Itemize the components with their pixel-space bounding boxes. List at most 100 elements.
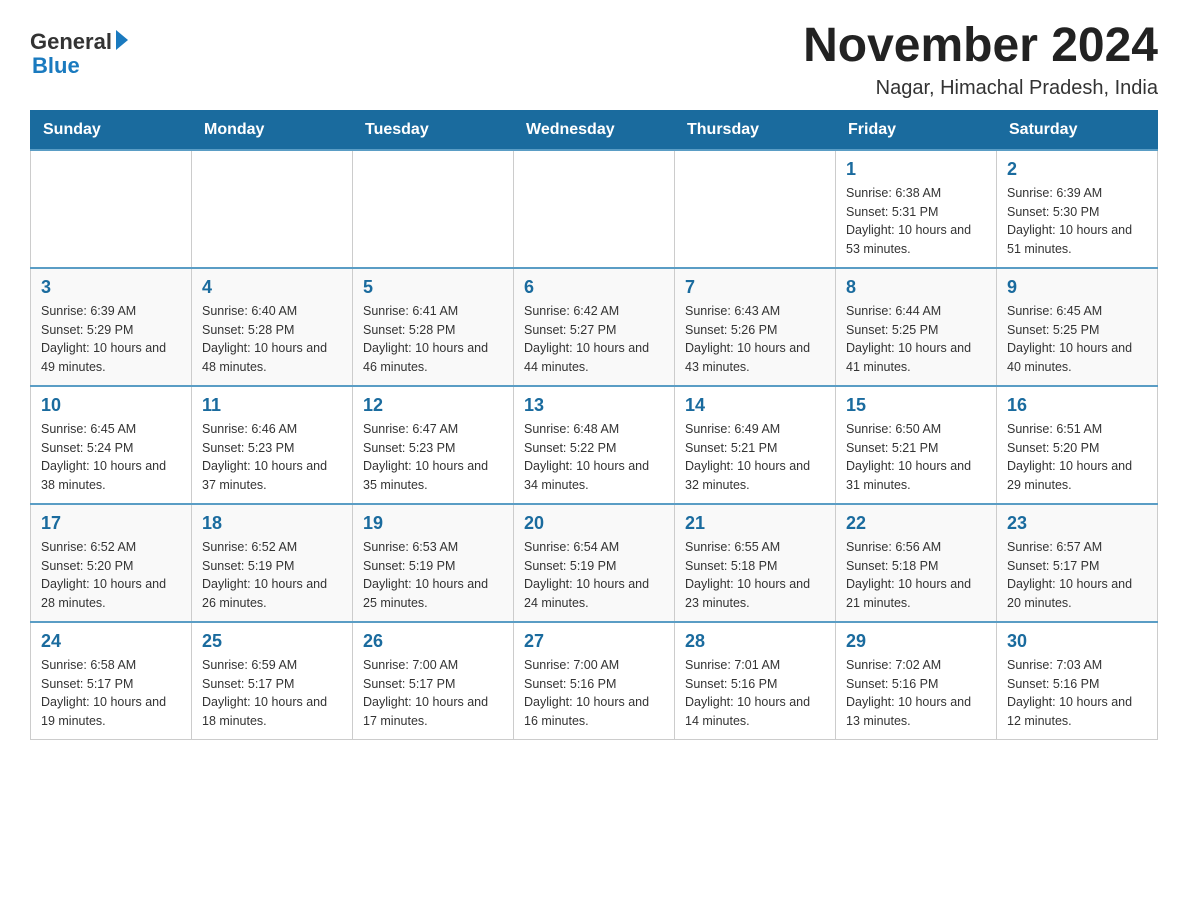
calendar-week-row: 1 Sunrise: 6:38 AM Sunset: 5:31 PM Daylig… — [31, 150, 1158, 268]
logo-arrow-icon — [116, 30, 128, 50]
day-info: Sunrise: 6:52 AM Sunset: 5:19 PM Dayligh… — [202, 538, 342, 613]
day-info: Sunrise: 7:00 AM Sunset: 5:17 PM Dayligh… — [363, 656, 503, 731]
weekday-header-tuesday: Tuesday — [353, 110, 514, 150]
calendar-day-26: 26 Sunrise: 7:00 AM Sunset: 5:17 PM Dayli… — [353, 622, 514, 740]
day-info: Sunrise: 7:03 AM Sunset: 5:16 PM Dayligh… — [1007, 656, 1147, 731]
calendar-day-16: 16Sunrise: 6:51 AM Sunset: 5:20 PM Dayli… — [997, 386, 1158, 504]
calendar-day-1: 1 Sunrise: 6:38 AM Sunset: 5:31 PM Daylig… — [836, 150, 997, 268]
day-info: Sunrise: 6:41 AM Sunset: 5:28 PM Dayligh… — [363, 302, 503, 377]
calendar-day-3: 3 Sunrise: 6:39 AM Sunset: 5:29 PM Daylig… — [31, 268, 192, 386]
page-title: November 2024 — [803, 20, 1158, 73]
logo-text-blue: Blue — [32, 54, 80, 78]
day-number: 15 — [846, 395, 986, 416]
day-info: Sunrise: 6:58 AM Sunset: 5:17 PM Dayligh… — [41, 656, 181, 731]
calendar-day-13: 13 Sunrise: 6:48 AM Sunset: 5:22 PM Dayli… — [514, 386, 675, 504]
weekday-header-friday: Friday — [836, 110, 997, 150]
weekday-header-thursday: Thursday — [675, 110, 836, 150]
day-number: 28 — [685, 631, 825, 652]
day-info: Sunrise: 7:00 AM Sunset: 5:16 PM Dayligh… — [524, 656, 664, 731]
calendar-day-21: 21Sunrise: 6:55 AM Sunset: 5:18 PM Dayli… — [675, 504, 836, 622]
day-info: Sunrise: 6:49 AM Sunset: 5:21 PM Dayligh… — [685, 420, 825, 495]
day-number: 8 — [846, 277, 986, 298]
calendar-day-22: 22Sunrise: 6:56 AM Sunset: 5:18 PM Dayli… — [836, 504, 997, 622]
day-info: Sunrise: 6:53 AM Sunset: 5:19 PM Dayligh… — [363, 538, 503, 613]
day-number: 11 — [202, 395, 342, 416]
calendar-day-30: 30Sunrise: 7:03 AM Sunset: 5:16 PM Dayli… — [997, 622, 1158, 740]
day-number: 25 — [202, 631, 342, 652]
day-info: Sunrise: 6:55 AM Sunset: 5:18 PM Dayligh… — [685, 538, 825, 613]
calendar-day-4: 4Sunrise: 6:40 AM Sunset: 5:28 PM Daylig… — [192, 268, 353, 386]
calendar-empty-cell — [675, 150, 836, 268]
calendar-day-8: 8 Sunrise: 6:44 AM Sunset: 5:25 PM Daylig… — [836, 268, 997, 386]
calendar-day-14: 14 Sunrise: 6:49 AM Sunset: 5:21 PM Dayli… — [675, 386, 836, 504]
calendar-empty-cell — [353, 150, 514, 268]
day-info: Sunrise: 6:43 AM Sunset: 5:26 PM Dayligh… — [685, 302, 825, 377]
day-number: 5 — [363, 277, 503, 298]
day-info: Sunrise: 6:44 AM Sunset: 5:25 PM Dayligh… — [846, 302, 986, 377]
weekday-header-sunday: Sunday — [31, 110, 192, 150]
calendar-day-20: 20Sunrise: 6:54 AM Sunset: 5:19 PM Dayli… — [514, 504, 675, 622]
calendar-day-2: 2 Sunrise: 6:39 AM Sunset: 5:30 PM Daylig… — [997, 150, 1158, 268]
weekday-header-saturday: Saturday — [997, 110, 1158, 150]
day-number: 29 — [846, 631, 986, 652]
day-info: Sunrise: 6:57 AM Sunset: 5:17 PM Dayligh… — [1007, 538, 1147, 613]
day-info: Sunrise: 7:02 AM Sunset: 5:16 PM Dayligh… — [846, 656, 986, 731]
calendar-day-7: 7 Sunrise: 6:43 AM Sunset: 5:26 PM Daylig… — [675, 268, 836, 386]
calendar-empty-cell — [192, 150, 353, 268]
day-number: 3 — [41, 277, 181, 298]
day-info: Sunrise: 6:54 AM Sunset: 5:19 PM Dayligh… — [524, 538, 664, 613]
page-header: General Blue November 2024 Nagar, Himach… — [30, 20, 1158, 100]
title-block: November 2024 Nagar, Himachal Pradesh, I… — [803, 20, 1158, 100]
calendar-day-18: 18 Sunrise: 6:52 AM Sunset: 5:19 PM Dayli… — [192, 504, 353, 622]
calendar-day-15: 15 Sunrise: 6:50 AM Sunset: 5:21 PM Dayli… — [836, 386, 997, 504]
day-info: Sunrise: 6:51 AM Sunset: 5:20 PM Dayligh… — [1007, 420, 1147, 495]
calendar-week-row: 24 Sunrise: 6:58 AM Sunset: 5:17 PM Dayli… — [31, 622, 1158, 740]
weekday-header-monday: Monday — [192, 110, 353, 150]
day-number: 26 — [363, 631, 503, 652]
day-info: Sunrise: 6:48 AM Sunset: 5:22 PM Dayligh… — [524, 420, 664, 495]
day-info: Sunrise: 6:50 AM Sunset: 5:21 PM Dayligh… — [846, 420, 986, 495]
day-info: Sunrise: 6:56 AM Sunset: 5:18 PM Dayligh… — [846, 538, 986, 613]
calendar-week-row: 3 Sunrise: 6:39 AM Sunset: 5:29 PM Daylig… — [31, 268, 1158, 386]
day-number: 2 — [1007, 159, 1147, 180]
day-info: Sunrise: 6:46 AM Sunset: 5:23 PM Dayligh… — [202, 420, 342, 495]
day-number: 10 — [41, 395, 181, 416]
calendar-day-19: 19Sunrise: 6:53 AM Sunset: 5:19 PM Dayli… — [353, 504, 514, 622]
day-info: Sunrise: 6:59 AM Sunset: 5:17 PM Dayligh… — [202, 656, 342, 731]
day-number: 7 — [685, 277, 825, 298]
day-info: Sunrise: 6:45 AM Sunset: 5:24 PM Dayligh… — [41, 420, 181, 495]
calendar-day-24: 24 Sunrise: 6:58 AM Sunset: 5:17 PM Dayli… — [31, 622, 192, 740]
calendar-day-10: 10 Sunrise: 6:45 AM Sunset: 5:24 PM Dayli… — [31, 386, 192, 504]
day-info: Sunrise: 7:01 AM Sunset: 5:16 PM Dayligh… — [685, 656, 825, 731]
calendar-empty-cell — [31, 150, 192, 268]
day-info: Sunrise: 6:42 AM Sunset: 5:27 PM Dayligh… — [524, 302, 664, 377]
calendar-day-5: 5 Sunrise: 6:41 AM Sunset: 5:28 PM Daylig… — [353, 268, 514, 386]
day-number: 17 — [41, 513, 181, 534]
day-number: 4 — [202, 277, 342, 298]
day-info: Sunrise: 6:52 AM Sunset: 5:20 PM Dayligh… — [41, 538, 181, 613]
day-number: 12 — [363, 395, 503, 416]
calendar-day-11: 11 Sunrise: 6:46 AM Sunset: 5:23 PM Dayli… — [192, 386, 353, 504]
day-number: 18 — [202, 513, 342, 534]
calendar-day-28: 28 Sunrise: 7:01 AM Sunset: 5:16 PM Dayli… — [675, 622, 836, 740]
calendar-day-17: 17 Sunrise: 6:52 AM Sunset: 5:20 PM Dayli… — [31, 504, 192, 622]
day-info: Sunrise: 6:39 AM Sunset: 5:30 PM Dayligh… — [1007, 184, 1147, 259]
calendar-day-9: 9 Sunrise: 6:45 AM Sunset: 5:25 PM Daylig… — [997, 268, 1158, 386]
day-info: Sunrise: 6:38 AM Sunset: 5:31 PM Dayligh… — [846, 184, 986, 259]
day-number: 14 — [685, 395, 825, 416]
day-info: Sunrise: 6:47 AM Sunset: 5:23 PM Dayligh… — [363, 420, 503, 495]
calendar-header-row: SundayMondayTuesdayWednesdayThursdayFrid… — [31, 110, 1158, 150]
day-number: 9 — [1007, 277, 1147, 298]
day-info: Sunrise: 6:45 AM Sunset: 5:25 PM Dayligh… — [1007, 302, 1147, 377]
logo: General Blue — [30, 30, 128, 78]
day-number: 24 — [41, 631, 181, 652]
logo-text-general: General — [30, 30, 112, 54]
calendar-empty-cell — [514, 150, 675, 268]
calendar-week-row: 17 Sunrise: 6:52 AM Sunset: 5:20 PM Dayli… — [31, 504, 1158, 622]
calendar-day-27: 27Sunrise: 7:00 AM Sunset: 5:16 PM Dayli… — [514, 622, 675, 740]
day-number: 13 — [524, 395, 664, 416]
day-number: 1 — [846, 159, 986, 180]
calendar-table: SundayMondayTuesdayWednesdayThursdayFrid… — [30, 110, 1158, 740]
day-info: Sunrise: 6:39 AM Sunset: 5:29 PM Dayligh… — [41, 302, 181, 377]
calendar-day-25: 25 Sunrise: 6:59 AM Sunset: 5:17 PM Dayli… — [192, 622, 353, 740]
